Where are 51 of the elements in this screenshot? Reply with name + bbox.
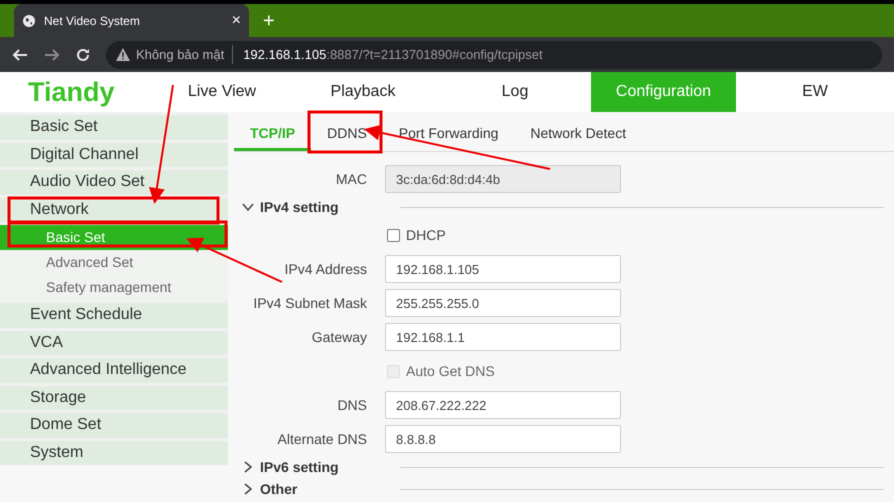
section-title: IPv6 setting bbox=[260, 458, 340, 477]
content-tab[interactable]: Port Forwarding bbox=[382, 119, 514, 151]
sidebar-item[interactable]: Advanced Intelligence bbox=[0, 358, 228, 382]
sidebar-item[interactable]: Audio Video Set bbox=[0, 170, 228, 194]
forward-icon[interactable] bbox=[44, 48, 60, 62]
sidebar-item[interactable]: Event Schedule bbox=[0, 303, 228, 328]
warning-icon bbox=[116, 48, 130, 61]
sidebar-item[interactable]: Dome Set bbox=[0, 413, 228, 438]
browser-tab[interactable]: Net Video System × bbox=[14, 4, 249, 37]
new-tab-button[interactable]: + bbox=[263, 11, 275, 31]
back-icon[interactable] bbox=[12, 48, 28, 62]
chevron-icon[interactable] bbox=[242, 201, 254, 213]
section-title: IPv4 setting bbox=[260, 198, 340, 217]
tab-title: Net Video System bbox=[44, 12, 141, 30]
url-text: 192.168.1.105:8887/?t=2113701890#config/tcpipset bbox=[243, 46, 543, 64]
nav-tab[interactable]: Log bbox=[439, 72, 591, 112]
close-tab-button[interactable]: × bbox=[232, 12, 241, 28]
input-field[interactable]: 192.168.1.1 bbox=[385, 323, 621, 351]
field-label: DNS bbox=[336, 396, 368, 414]
field-label: Alternate DNS bbox=[276, 430, 368, 448]
section-title: Other bbox=[260, 480, 298, 498]
sidebar-subitem[interactable]: Safety management bbox=[0, 275, 228, 300]
content-tab[interactable]: DDNS bbox=[311, 119, 383, 151]
nav-tab[interactable]: EW bbox=[736, 72, 894, 112]
address-bar[interactable]: Không bảo mật 192.168.1.105:8887/?t=2113701890#config/tcpipset bbox=[106, 40, 882, 68]
input-field[interactable]: 8.8.8.8 bbox=[385, 425, 621, 453]
sidebar-item[interactable]: Basic Set bbox=[0, 115, 228, 140]
input-field[interactable]: 255.255.255.0 bbox=[385, 289, 621, 317]
sidebar-subitem[interactable]: Advanced Set bbox=[0, 250, 228, 275]
content-tab[interactable]: Network Detect bbox=[514, 119, 642, 151]
input-field[interactable]: 208.67.222.222 bbox=[385, 391, 621, 419]
security-label: Không bảo mật bbox=[136, 44, 234, 64]
sidebar-item[interactable]: System bbox=[0, 440, 228, 465]
nav-tab[interactable]: Playback bbox=[287, 72, 439, 112]
checkbox[interactable] bbox=[387, 228, 400, 242]
chevron-icon[interactable] bbox=[242, 461, 254, 473]
field-label: MAC bbox=[334, 170, 368, 188]
field-label: IPv4 Address bbox=[284, 260, 368, 278]
checkbox-label: Auto Get DNS bbox=[406, 362, 495, 380]
input-field[interactable]: 192.168.1.105 bbox=[385, 255, 621, 283]
chevron-icon[interactable] bbox=[242, 483, 254, 495]
sidebar-item[interactable]: Storage bbox=[0, 386, 228, 410]
sidebar-item[interactable]: VCA bbox=[0, 330, 228, 355]
globe-icon bbox=[22, 14, 36, 28]
field-label: Gateway bbox=[310, 328, 368, 347]
field-label: IPv4 Subnet Mask bbox=[252, 294, 368, 312]
sidebar-item[interactable]: Digital Channel bbox=[0, 142, 228, 167]
nav-tab[interactable]: Live View bbox=[157, 72, 287, 112]
reload-icon[interactable] bbox=[76, 48, 90, 62]
logo-text: Tiandy bbox=[27, 76, 116, 109]
checkbox-label: DHCP bbox=[406, 226, 446, 244]
